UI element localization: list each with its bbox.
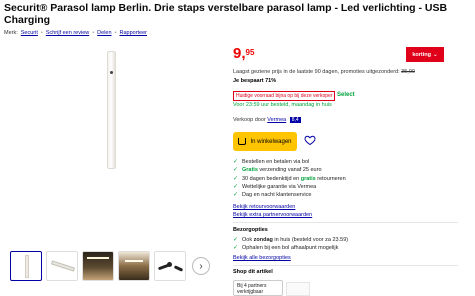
- korting-label: korting: [412, 51, 432, 58]
- extra-partner-link[interactable]: Bekijk extra partnervoorwaarden: [233, 212, 312, 218]
- check-icon: ✓: [233, 167, 239, 174]
- thumbnail-5[interactable]: [154, 251, 186, 281]
- divider: [233, 265, 458, 266]
- main-product-image[interactable]: [4, 40, 226, 246]
- cart-label: In winkelwagen: [250, 138, 292, 145]
- price: 9,95: [233, 45, 255, 62]
- report-link[interactable]: Rapporteer: [119, 30, 147, 36]
- thumbnail-3[interactable]: [82, 251, 114, 281]
- brand-link[interactable]: Securit: [21, 30, 38, 36]
- separator: •: [40, 30, 43, 36]
- check-icon: ✓: [233, 237, 239, 243]
- product-meta: Merk: Securit • Schrijf een review • Del…: [4, 30, 147, 36]
- check-icon: ✓: [233, 245, 239, 252]
- thumbnail-2[interactable]: [46, 251, 78, 281]
- thumbnail-1[interactable]: [10, 251, 42, 281]
- check-icon: ✓: [233, 183, 239, 190]
- lowest-price-line: Laagst geziene prijs in de laatste 90 da…: [233, 69, 415, 75]
- stock-warning-badge: Huidige voorraad bijna op bij deze verko…: [233, 91, 336, 101]
- bezorgopties-title: Bezorgopties: [233, 227, 268, 233]
- korting-badge[interactable]: korting ⌄: [406, 47, 444, 62]
- benefit-item: ✓ Wettelijke garantie via Vermea: [233, 183, 317, 190]
- thumbnail-strip: ›: [10, 251, 210, 281]
- benefit-item: ✓ Bestellen en betalen via bol: [233, 159, 310, 165]
- bezorg-list: ✓ Ook zondag in huis (besteld voor za 23.…: [233, 236, 348, 253]
- bezorg-item: ✓ Ophalen bij een bol afhaalpunt mogelijk: [233, 245, 339, 252]
- benefit-item: ✓ 30 dagen bedenktijd en gratis retourner…: [233, 175, 346, 182]
- benefit-item: ✓ Gratis verzending vanaf 25 euro: [233, 167, 322, 174]
- separator: •: [92, 30, 95, 36]
- chevron-right-icon[interactable]: ›: [192, 257, 210, 275]
- write-review-link[interactable]: Schrijf een review: [46, 30, 89, 36]
- seller-score-badge: 8,4: [289, 117, 301, 123]
- thumbnail-4[interactable]: [118, 251, 150, 281]
- wishlist-heart-icon[interactable]: [304, 134, 316, 146]
- brand-label: Merk:: [4, 30, 18, 36]
- divider: [233, 222, 458, 223]
- check-icon: ✓: [233, 175, 239, 182]
- retour-link[interactable]: Bekijk retourvoorwaarden: [233, 204, 295, 210]
- lamp-image: [107, 51, 116, 169]
- check-icon: ✓: [233, 192, 239, 199]
- partners-card[interactable]: Bij 4 partners verkrijgbaar: [233, 280, 283, 296]
- cart-icon: [238, 138, 247, 145]
- savings: Je bespaart 71%: [233, 78, 277, 84]
- partner-image: [286, 282, 310, 296]
- seller-link[interactable]: Vermea: [267, 117, 286, 123]
- shop-title: Shop dit artikel: [233, 269, 273, 275]
- all-delivery-options-link[interactable]: Bekijk alle bezorgopties: [233, 255, 291, 261]
- bezorg-item: ✓ Ook zondag in huis (besteld voor za 23.…: [233, 237, 349, 243]
- delivery-promise: Voor 23:59 uur besteld, maandag in huis: [233, 102, 332, 108]
- chevron-down-icon: ⌄: [433, 51, 438, 58]
- separator: •: [114, 30, 117, 36]
- seller-line: Verkoop door Vermea 8,4: [233, 117, 301, 123]
- share-link[interactable]: Delen: [97, 30, 111, 36]
- product-title: Securit® Parasol lamp Berlin. Drie staps…: [4, 2, 448, 26]
- check-icon: ✓: [233, 159, 239, 165]
- old-price: 35,00: [401, 69, 415, 75]
- select-label: Select: [337, 92, 355, 98]
- benefits-list: ✓ Bestellen en betalen via bol ✓ Gratis ve…: [233, 158, 346, 199]
- benefit-item: ✓ Dag en nacht klantenservice: [233, 192, 312, 199]
- add-to-cart-button[interactable]: In winkelwagen: [233, 132, 297, 151]
